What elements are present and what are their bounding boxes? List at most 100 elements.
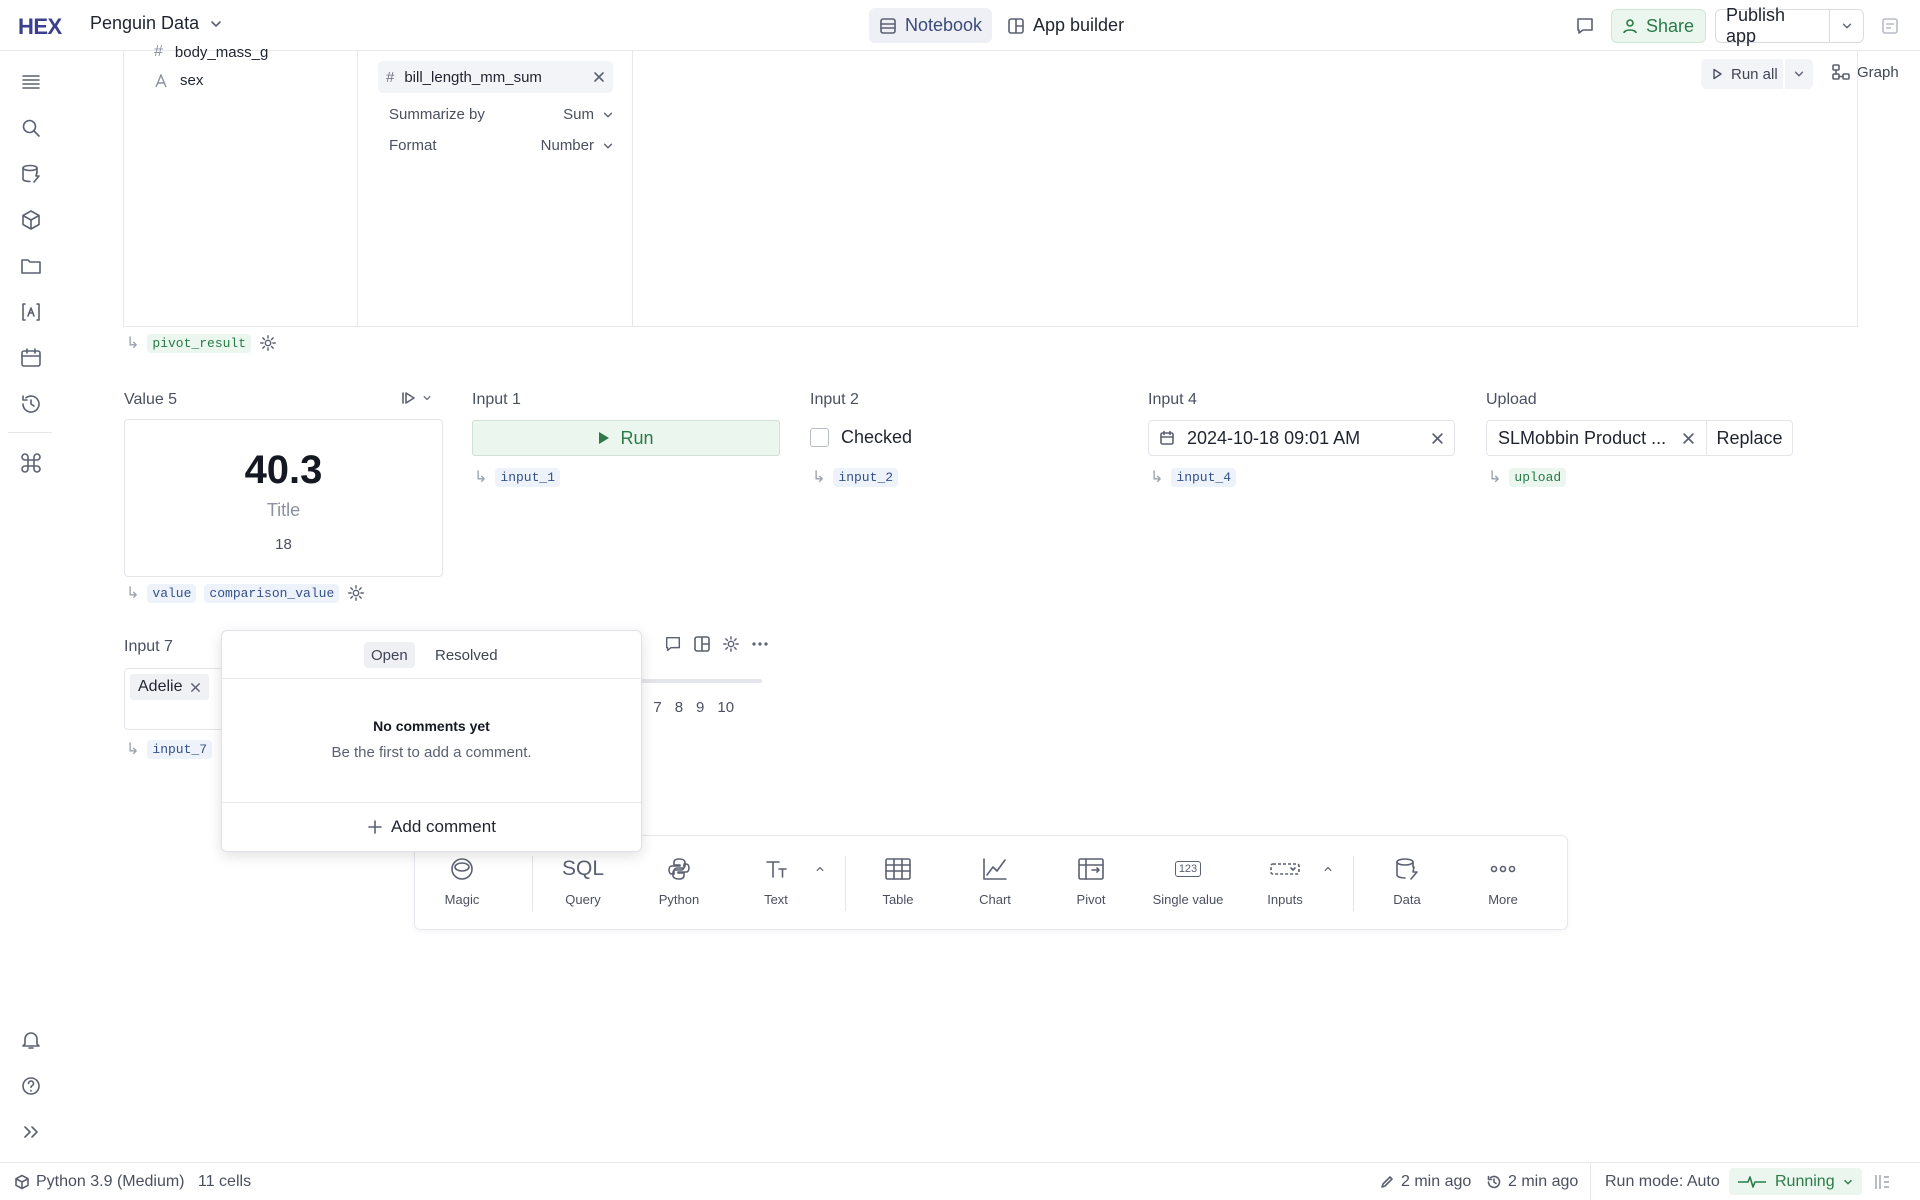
hex-logo[interactable]: HEX bbox=[18, 14, 62, 40]
text-icon bbox=[766, 861, 787, 878]
chevron-down-icon[interactable] bbox=[1842, 1176, 1854, 1188]
components-icon[interactable] bbox=[19, 208, 43, 232]
more-icon[interactable] bbox=[751, 635, 769, 653]
publish-app-button[interactable]: Publish app bbox=[1715, 5, 1830, 46]
tab-open-comments[interactable]: Open bbox=[364, 642, 415, 668]
input2-output: ↳ input_2 bbox=[812, 467, 899, 487]
kernel-cube-icon bbox=[15, 1174, 29, 1190]
search-icon[interactable] bbox=[19, 116, 43, 140]
help-icon[interactable] bbox=[19, 1074, 43, 1098]
pivot-value-chip[interactable]: # bill_length_mm_sum bbox=[378, 61, 613, 93]
last-run[interactable]: 2 min ago bbox=[1486, 1173, 1578, 1191]
add-inputs-button[interactable]: Inputs bbox=[1240, 856, 1330, 907]
keyboard-shortcuts-icon[interactable] bbox=[1872, 1172, 1892, 1192]
input7-label: Input 7 bbox=[124, 638, 173, 655]
chevron-up-icon[interactable] bbox=[815, 864, 825, 874]
history-icon[interactable] bbox=[19, 392, 43, 416]
add-pivot-button[interactable]: Pivot bbox=[1046, 856, 1136, 907]
chevron-up-icon[interactable] bbox=[1323, 864, 1333, 874]
close-icon[interactable] bbox=[593, 71, 605, 83]
run-mode[interactable]: Run mode: Auto bbox=[1605, 1173, 1720, 1191]
chevron-down-icon bbox=[603, 143, 613, 148]
return-arrow-icon: ↳ bbox=[812, 469, 826, 486]
share-button[interactable]: Share bbox=[1611, 9, 1706, 43]
outline-icon[interactable] bbox=[19, 70, 43, 94]
upload-file[interactable]: SLMobbin Product ... bbox=[1486, 420, 1707, 456]
tab-resolved-comments[interactable]: Resolved bbox=[428, 642, 505, 668]
input7-var-tag[interactable]: input_7 bbox=[147, 739, 213, 759]
slider-track[interactable] bbox=[630, 679, 762, 683]
command-icon[interactable] bbox=[19, 451, 43, 475]
remove-chip-icon[interactable] bbox=[190, 682, 201, 693]
add-more-button[interactable]: More bbox=[1458, 856, 1548, 907]
slider-ticks: 6 7 8 9 10 bbox=[632, 699, 735, 716]
single-value-title: Title bbox=[266, 500, 301, 520]
variables-icon[interactable] bbox=[19, 300, 43, 324]
sidebar-panel-icon[interactable] bbox=[1880, 16, 1900, 36]
input4-var-tag[interactable]: input_4 bbox=[1171, 467, 1237, 487]
files-icon[interactable] bbox=[19, 254, 43, 278]
comment-icon[interactable] bbox=[1575, 16, 1595, 36]
tab-app-builder[interactable]: App builder bbox=[997, 8, 1134, 43]
schedules-icon[interactable] bbox=[19, 346, 43, 370]
replace-button[interactable]: Replace bbox=[1706, 420, 1793, 456]
pivot-icon bbox=[1078, 858, 1104, 880]
add-chart-button[interactable]: Chart bbox=[950, 856, 1040, 907]
add-table-button[interactable]: Table bbox=[853, 856, 943, 907]
value-cell-run-menu[interactable] bbox=[400, 390, 432, 406]
summarize-select[interactable]: Sum bbox=[563, 106, 614, 123]
multiselect-input[interactable]: Adelie bbox=[124, 668, 234, 730]
more-icon bbox=[1490, 865, 1516, 873]
pivot-field-sex[interactable]: sex bbox=[154, 72, 203, 89]
chip-adelie: Adelie bbox=[130, 674, 210, 700]
last-edited[interactable]: 2 min ago bbox=[1379, 1173, 1471, 1191]
value-var-tag[interactable]: value bbox=[147, 583, 197, 603]
comment-icon[interactable] bbox=[664, 635, 682, 653]
gear-icon[interactable] bbox=[722, 635, 740, 653]
remove-file-icon[interactable] bbox=[1682, 432, 1695, 445]
bell-icon[interactable] bbox=[19, 1028, 43, 1052]
gear-icon[interactable] bbox=[347, 584, 365, 602]
add-data-button[interactable]: Data bbox=[1362, 856, 1452, 907]
inputs-icon bbox=[1270, 863, 1300, 875]
sql-icon: SQL bbox=[561, 857, 605, 880]
comparison-var-tag[interactable]: comparison_value bbox=[204, 583, 340, 603]
add-text-button[interactable]: Text bbox=[731, 856, 821, 907]
magic-orb-icon bbox=[451, 858, 473, 880]
output-var-tag[interactable]: pivot_result bbox=[147, 333, 252, 353]
date-input[interactable]: 2024-10-18 09:01 AM bbox=[1148, 420, 1455, 456]
add-python-button[interactable]: Python bbox=[634, 856, 724, 907]
clear-icon[interactable] bbox=[1431, 432, 1444, 445]
project-name: Penguin Data bbox=[90, 13, 200, 33]
input2-var-tag[interactable]: input_2 bbox=[833, 467, 899, 487]
return-arrow-icon: ↳ bbox=[474, 469, 488, 486]
add-comment-button[interactable]: Add comment bbox=[222, 803, 641, 851]
gear-icon[interactable] bbox=[259, 334, 277, 352]
hash-icon: # bbox=[154, 43, 163, 60]
python-icon bbox=[668, 858, 690, 880]
run-button[interactable]: Run bbox=[472, 420, 780, 456]
pivot-output: ↳ pivot_result bbox=[126, 333, 277, 353]
project-menu[interactable]: Penguin Data bbox=[90, 13, 223, 34]
kernel-status[interactable]: Python 3.9 (Medium) bbox=[14, 1173, 185, 1191]
add-single-value-button[interactable]: 123 Single value bbox=[1143, 856, 1233, 907]
add-query-button[interactable]: SQL Query bbox=[538, 856, 628, 907]
single-value-card: 40.3 Title 18 bbox=[124, 419, 443, 577]
data-icon bbox=[1396, 858, 1418, 880]
history-icon bbox=[1487, 1175, 1501, 1189]
add-magic-button[interactable]: Magic bbox=[417, 856, 507, 907]
app-layout-icon[interactable] bbox=[693, 635, 711, 653]
checkbox[interactable]: Checked bbox=[810, 427, 912, 448]
checkbox-box[interactable] bbox=[810, 428, 829, 447]
data-sources-icon[interactable] bbox=[19, 162, 43, 186]
format-select[interactable]: Number bbox=[541, 137, 614, 154]
publish-menu-button[interactable] bbox=[1829, 9, 1864, 43]
tab-notebook[interactable]: Notebook bbox=[869, 8, 993, 43]
value-cell-label: Value 5 bbox=[124, 391, 178, 408]
input1-var-tag[interactable]: input_1 bbox=[495, 467, 561, 487]
chevron-down-icon bbox=[603, 112, 613, 117]
pivot-field-body-mass[interactable]: # body_mass_g bbox=[154, 43, 268, 61]
table-icon bbox=[885, 858, 911, 880]
upload-var-tag[interactable]: upload bbox=[1509, 467, 1567, 487]
expand-sidebar-icon[interactable] bbox=[19, 1120, 43, 1144]
